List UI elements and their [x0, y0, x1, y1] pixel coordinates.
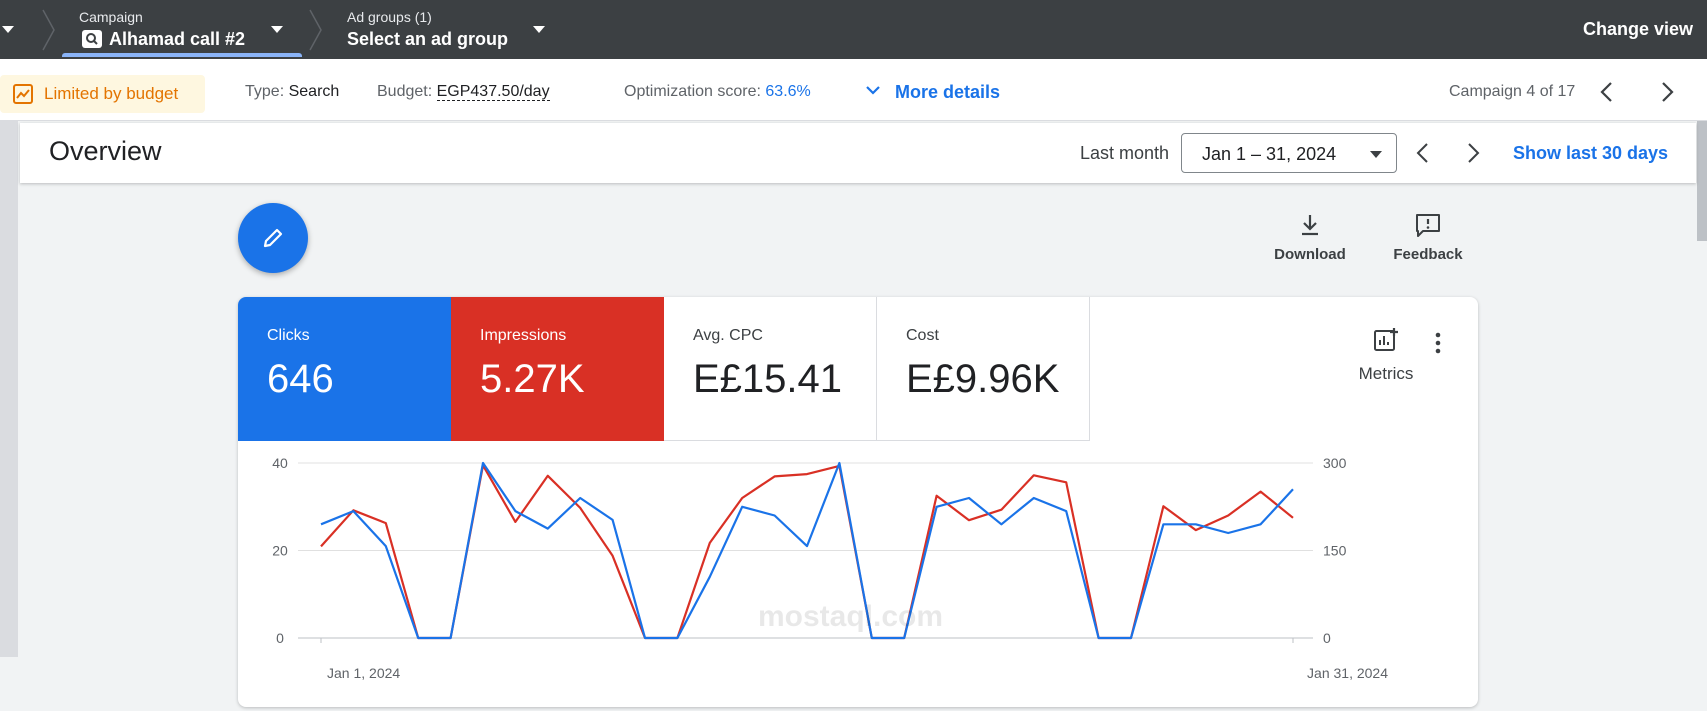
campaign-counter: Campaign 4 of 17	[1449, 83, 1576, 100]
cost-metric-tile[interactable]: Cost E£9.96K	[877, 297, 1090, 441]
feedback-button[interactable]: Feedback	[1390, 212, 1466, 263]
search-campaign-icon	[82, 30, 102, 48]
more-options-icon[interactable]	[1428, 331, 1448, 355]
metrics-button[interactable]: Metrics	[1346, 327, 1426, 384]
limited-budget-chip[interactable]: Limited by budget	[0, 75, 205, 113]
budget-status-text: Limited by budget	[44, 84, 179, 103]
campaign-info-bar: Limited by budget Type: Search Budget: E…	[0, 59, 1707, 121]
clicks-metric-tile[interactable]: Clicks 646	[238, 297, 451, 441]
edit-button[interactable]	[238, 203, 308, 273]
adgroup-value: Select an ad group	[347, 29, 509, 49]
add-chart-icon	[1374, 328, 1398, 351]
trend-chart-icon	[13, 84, 33, 104]
opt-value[interactable]: 63.6%	[765, 83, 810, 100]
type-label: Type:	[245, 83, 285, 100]
clicks-value: 646	[267, 357, 334, 401]
campaign-name: Alhamad call #2	[109, 29, 246, 49]
show-last-30-days-link[interactable]: Show last 30 days	[1513, 143, 1668, 164]
y-left-tick-label: 0	[276, 630, 284, 646]
download-label: Download	[1274, 246, 1346, 263]
feedback-icon	[1416, 214, 1440, 237]
active-campaign-indicator	[62, 53, 302, 57]
date-range-label: Last month	[1080, 143, 1170, 163]
right-scrollbar-thumb[interactable]	[1697, 121, 1707, 241]
breadcrumb-separator-icon	[42, 9, 55, 51]
metrics-label: Metrics	[1358, 364, 1414, 383]
x-axis-start-label: Jan 1, 2024	[327, 665, 400, 681]
watermark-text: mostaql.com	[758, 600, 944, 633]
overview-header: Overview Last month Jan 1 – 31, 2024 Sho…	[20, 123, 1696, 183]
campaign-type: Type: Search	[245, 83, 339, 101]
download-icon	[1302, 215, 1318, 236]
download-button[interactable]: Download	[1272, 212, 1348, 263]
previous-campaign-icon[interactable]	[1593, 78, 1621, 106]
y-right-tick-label: 300	[1323, 455, 1347, 471]
date-range-select[interactable]: Jan 1 – 31, 2024	[1181, 133, 1397, 173]
optimization-score: Optimization score: 63.6%	[624, 83, 811, 101]
performance-line-chart: 0 20 40 0 150 300 Jan 1, 2024 Jan 31, 2024	[272, 455, 1388, 681]
y-right-tick-label: 0	[1323, 630, 1331, 646]
chevron-down-icon[interactable]	[864, 84, 882, 98]
campaign-budget: Budget: EGP437.50/day	[377, 83, 550, 101]
performance-card: Clicks 646 Impressions 5.27K Avg. CPC E£…	[238, 297, 1478, 707]
type-value: Search	[288, 83, 340, 100]
menu-dropdown-icon[interactable]	[2, 26, 14, 33]
page-title: Overview	[49, 136, 162, 166]
campaign-dropdown-icon[interactable]	[271, 26, 283, 33]
date-range-value: Jan 1 – 31, 2024	[1202, 144, 1337, 164]
change-view-button[interactable]: Change view	[1583, 19, 1693, 40]
next-campaign-icon[interactable]	[1653, 78, 1681, 106]
clicks-label: Clicks	[267, 327, 310, 344]
breadcrumb-separator-icon	[309, 9, 322, 51]
budget-value[interactable]: EGP437.50/day	[436, 83, 550, 101]
opt-label: Optimization score:	[624, 83, 761, 100]
cost-value: E£9.96K	[906, 357, 1060, 401]
campaign-header-bar: Campaign Alhamad call #2 Ad groups (1) S…	[0, 0, 1707, 59]
next-period-icon[interactable]	[1459, 139, 1487, 167]
y-left-tick-label: 40	[272, 455, 288, 471]
campaign-label: Campaign	[79, 9, 143, 25]
adgroup-dropdown-icon[interactable]	[533, 26, 545, 33]
adgroups-label: Ad groups (1)	[347, 9, 432, 25]
feedback-label: Feedback	[1393, 246, 1463, 263]
dropdown-arrow-icon	[1370, 151, 1382, 158]
avg-cpc-value: E£15.41	[693, 357, 843, 401]
more-details-link[interactable]: More details	[895, 82, 1000, 103]
y-left-tick-label: 20	[272, 543, 288, 559]
y-right-tick-label: 150	[1323, 543, 1347, 559]
previous-period-icon[interactable]	[1409, 139, 1437, 167]
impressions-value: 5.27K	[480, 357, 585, 401]
impressions-metric-tile[interactable]: Impressions 5.27K	[451, 297, 664, 441]
avg-cpc-label: Avg. CPC	[693, 327, 763, 344]
budget-label: Budget:	[377, 83, 433, 100]
impressions-label: Impressions	[480, 327, 567, 344]
left-scrollbar[interactable]	[0, 121, 18, 657]
avg-cpc-metric-tile[interactable]: Avg. CPC E£15.41	[664, 297, 877, 441]
x-axis-end-label: Jan 31, 2024	[1307, 665, 1388, 681]
pencil-icon	[263, 228, 283, 248]
cost-label: Cost	[906, 327, 939, 344]
